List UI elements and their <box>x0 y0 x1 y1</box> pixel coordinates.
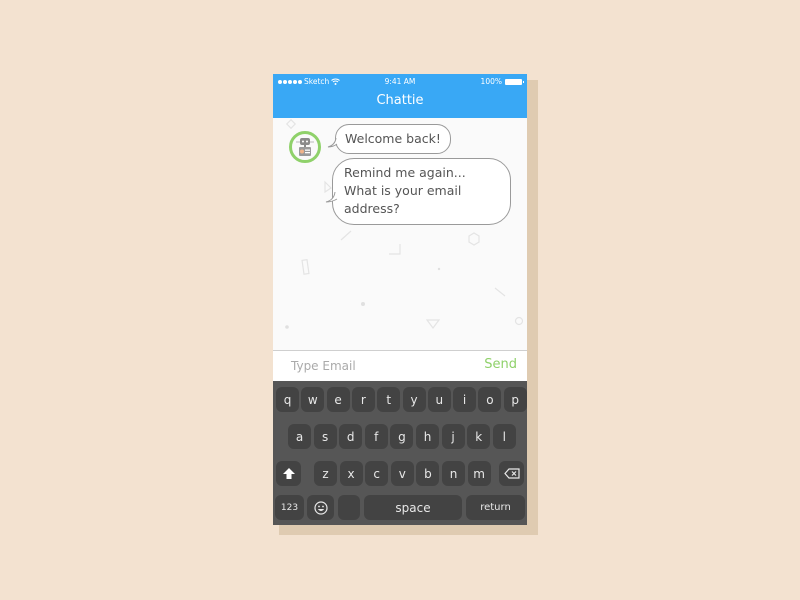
send-button[interactable]: Send <box>484 357 517 372</box>
key-w[interactable]: w <box>301 387 325 412</box>
return-key[interactable]: return <box>466 495 525 520</box>
message-bubble: Remind me again... What is your email ad… <box>332 158 511 225</box>
key-v[interactable]: v <box>390 461 414 486</box>
key-m[interactable]: m <box>467 461 491 486</box>
backspace-key[interactable] <box>499 461 524 486</box>
key-x[interactable]: x <box>339 461 363 486</box>
dictation-key[interactable] <box>338 495 360 520</box>
key-z[interactable]: z <box>314 461 337 486</box>
bubble-tail <box>327 137 338 148</box>
emoji-key[interactable] <box>307 495 334 520</box>
key-y[interactable]: y <box>402 387 426 412</box>
key-q[interactable]: q <box>276 387 299 412</box>
key-l[interactable]: l <box>492 424 516 449</box>
key-k[interactable]: k <box>467 424 491 449</box>
battery-icon <box>505 78 524 85</box>
phone-screen: Sketch 9:41 AM 100% Chattie Welcome back… <box>273 74 527 525</box>
key-d[interactable]: d <box>339 424 363 449</box>
key-a[interactable]: a <box>288 424 311 449</box>
key-g[interactable]: g <box>390 424 414 449</box>
bubble-tail <box>325 191 338 203</box>
key-c[interactable]: c <box>365 461 389 486</box>
emoji-icon <box>313 500 328 515</box>
key-u[interactable]: u <box>427 387 451 412</box>
key-p[interactable]: p <box>503 387 527 412</box>
email-input[interactable]: Type Email <box>291 359 356 373</box>
nav-bar: Sketch 9:41 AM 100% Chattie <box>273 74 527 118</box>
space-key[interactable]: space <box>364 495 462 520</box>
message-line: What is your email address? <box>344 183 462 216</box>
numbers-key[interactable]: 123 <box>275 495 304 520</box>
keyboard: qwertyuiop asdfghjkl zxcvbnm 123 space r… <box>273 381 527 525</box>
key-s[interactable]: s <box>313 424 337 449</box>
page-title: Chattie <box>376 93 424 108</box>
message-line: Remind me again... <box>344 165 466 180</box>
message-text: Welcome back! <box>345 131 441 146</box>
message-bubble: Welcome back! <box>335 124 451 154</box>
key-r[interactable]: r <box>351 387 375 412</box>
bot-avatar[interactable] <box>289 131 321 163</box>
backspace-icon <box>503 468 520 479</box>
robot-icon <box>296 138 314 156</box>
chat-area[interactable]: Welcome back! Remind me again... What is… <box>273 118 527 350</box>
shift-icon <box>282 468 295 479</box>
key-i[interactable]: i <box>453 387 477 412</box>
key-e[interactable]: e <box>326 387 350 412</box>
key-n[interactable]: n <box>442 461 465 486</box>
key-j[interactable]: j <box>441 424 465 449</box>
shift-key[interactable] <box>276 461 301 486</box>
key-t[interactable]: t <box>377 387 401 412</box>
key-o[interactable]: o <box>478 387 502 412</box>
key-h[interactable]: h <box>416 424 439 449</box>
status-bar: Sketch 9:41 AM 100% <box>273 76 527 90</box>
key-b[interactable]: b <box>416 461 440 486</box>
key-f[interactable]: f <box>364 424 388 449</box>
battery-percent: 100% <box>480 77 502 86</box>
message-input-bar: Type Email Send <box>273 350 527 381</box>
